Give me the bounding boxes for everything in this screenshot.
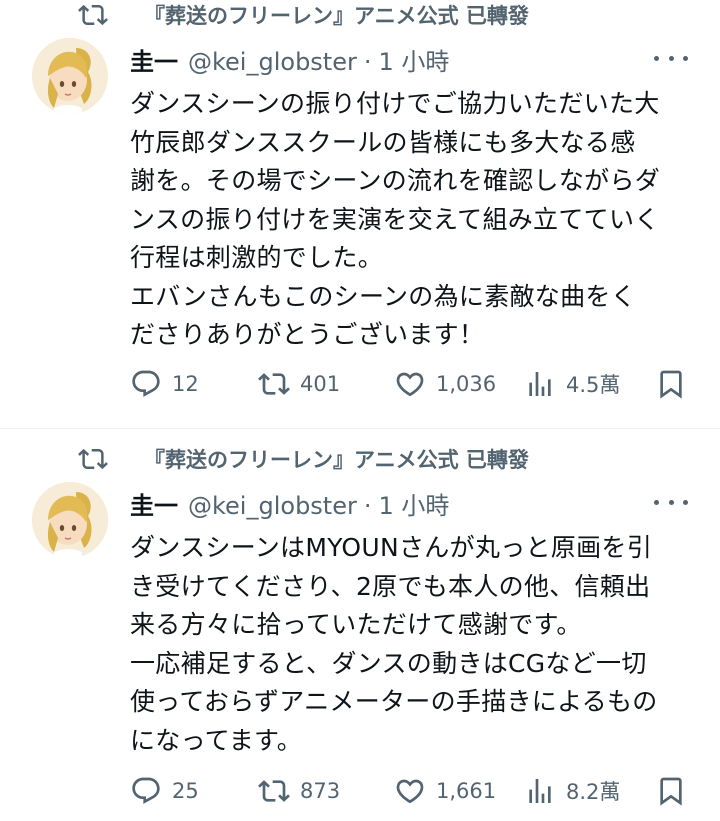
reply-button[interactable]: 12 <box>130 368 199 400</box>
retweet-button[interactable]: 401 <box>258 368 340 400</box>
tweet-header: 圭一 @kei_globster · 1 小時 <box>130 42 449 77</box>
like-button[interactable]: 1,661 <box>394 775 496 807</box>
reply-count: 25 <box>172 779 199 803</box>
retweet-label: 『葬送のフリーレン』アニメ公式 已轉發 <box>144 448 529 472</box>
like-count: 1,036 <box>436 372 497 396</box>
reply-button[interactable]: 25 <box>130 775 199 807</box>
views-button[interactable]: 8.2萬 <box>524 775 620 807</box>
reply-count: 12 <box>172 372 199 396</box>
author-name[interactable]: 圭一 <box>130 486 178 521</box>
more-icon[interactable] <box>654 48 688 68</box>
retweet-icon <box>258 373 290 395</box>
bookmark-icon <box>660 777 682 806</box>
like-icon <box>396 779 424 804</box>
action-bar: 25 873 1,661 8.2萬 <box>130 775 690 815</box>
bookmark-button[interactable] <box>655 368 687 400</box>
reply-icon <box>132 777 160 804</box>
author-handle[interactable]: @kei_globster <box>188 48 357 76</box>
reply-icon <box>132 370 160 397</box>
views-count: 8.2萬 <box>566 780 621 804</box>
avatar-image <box>32 482 108 558</box>
views-icon <box>529 779 551 803</box>
retweet-count: 873 <box>300 779 341 803</box>
like-button[interactable]: 1,036 <box>394 368 496 400</box>
retweet-context[interactable]: 『葬送のフリーレン』アニメ公式 已轉發 <box>78 444 529 474</box>
separator-dot: · <box>363 48 372 76</box>
avatar-image <box>32 38 108 114</box>
retweet-button[interactable]: 873 <box>258 775 340 807</box>
like-count: 1,661 <box>436 779 497 803</box>
bookmark-icon <box>660 370 682 399</box>
tweet-header: 圭一 @kei_globster · 1 小時 <box>130 486 449 521</box>
retweet-label: 『葬送のフリーレン』アニメ公式 已轉發 <box>144 4 529 28</box>
tweet[interactable]: 『葬送のフリーレン』アニメ公式 已轉發 圭一 @kei_globster · 1… <box>0 429 720 821</box>
retweet-context[interactable]: 『葬送のフリーレン』アニメ公式 已轉發 <box>78 0 529 30</box>
views-button[interactable]: 4.5萬 <box>524 368 620 400</box>
timestamp[interactable]: 1 小時 <box>378 486 449 521</box>
separator-dot: · <box>363 492 372 520</box>
timestamp[interactable]: 1 小時 <box>378 42 449 77</box>
author-handle[interactable]: @kei_globster <box>188 492 357 520</box>
avatar[interactable] <box>32 482 108 558</box>
views-count: 4.5萬 <box>566 373 621 397</box>
author-name[interactable]: 圭一 <box>130 42 178 77</box>
more-icon[interactable] <box>654 492 688 512</box>
bookmark-button[interactable] <box>655 775 687 807</box>
retweet-icon <box>78 4 108 26</box>
like-icon <box>396 372 424 397</box>
tweet-text: ダンスシーンはMYOUNさんが丸っと原画を引 き受けてくださり、2原でも本人の他… <box>130 533 658 755</box>
tweet[interactable]: 『葬送のフリーレン』アニメ公式 已轉發 圭一 @kei_globster · 1… <box>0 0 720 428</box>
action-bar: 12 401 1,036 4.5萬 <box>130 368 690 408</box>
avatar[interactable] <box>32 38 108 114</box>
retweet-icon <box>258 780 290 802</box>
retweet-count: 401 <box>300 372 341 396</box>
tweet-text: ダンスシーンの振り付けでご協力いただいた大 竹辰郎ダンススクールの皆様にも多大な… <box>130 89 661 349</box>
retweet-icon <box>78 448 108 470</box>
views-icon <box>529 372 551 396</box>
